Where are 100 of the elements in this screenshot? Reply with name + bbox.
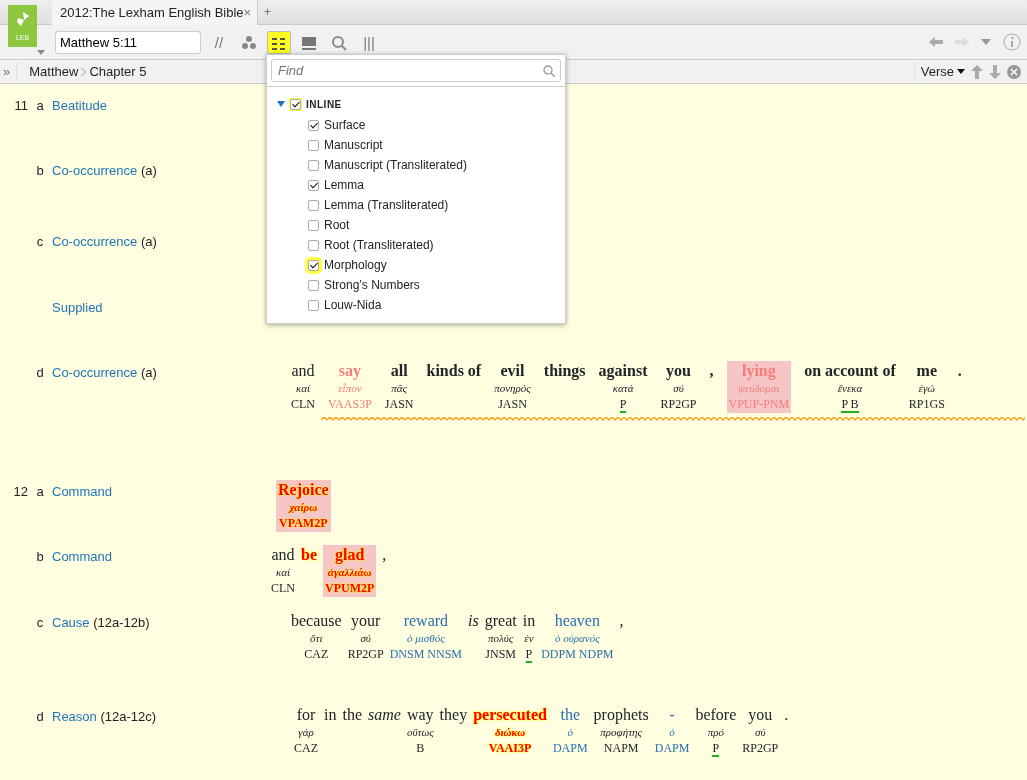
word-text: .	[957, 361, 962, 380]
word-text: -	[669, 705, 675, 724]
leaf-icon	[15, 11, 30, 27]
clause-label[interactable]: Reason	[52, 709, 97, 724]
clause-label[interactable]: Co-occurrence	[52, 234, 138, 249]
word-text: persecuted	[473, 705, 547, 724]
clause-label[interactable]: Command	[52, 549, 112, 564]
reference-field[interactable]: Matthew 5:11	[55, 30, 201, 54]
chevron-icon	[81, 67, 87, 76]
checkbox[interactable]	[308, 119, 319, 131]
new-tab-button[interactable]: +	[258, 0, 277, 24]
lemma-text: προφήτης	[600, 725, 642, 740]
morphology-code: DAPM	[552, 740, 588, 757]
document-tab[interactable]: 2012:The Lexham English Bible	[60, 2, 244, 23]
word-text: lying	[741, 361, 776, 380]
view-dropdown[interactable]: Verse	[913, 61, 965, 82]
search-icon	[543, 65, 555, 77]
checkbox[interactable]	[308, 279, 319, 291]
option-label[interactable]: Root (Transliterated)	[324, 236, 434, 254]
people-icon	[241, 34, 257, 51]
checkbox[interactable]	[290, 98, 301, 110]
morphology-code: B	[416, 740, 425, 757]
morphology-code: DNSM NNSM	[389, 646, 463, 663]
checkbox[interactable]	[308, 139, 319, 151]
word-text: Rejoice	[278, 480, 329, 499]
option-label[interactable]: Manuscript	[324, 136, 383, 154]
word-text: the	[342, 705, 362, 724]
back-arrow-icon[interactable]	[929, 37, 943, 47]
clause-letter: a	[35, 483, 45, 501]
clause-label[interactable]: Co-occurrence	[52, 163, 138, 178]
down-arrow-icon[interactable]	[989, 64, 1001, 79]
clause-label[interactable]: Co-occurrence	[52, 365, 138, 380]
checkbox[interactable]	[308, 259, 319, 271]
option-label[interactable]: Root	[324, 216, 350, 234]
word-text: before	[695, 705, 737, 724]
lemma-text: διώκω	[494, 725, 526, 740]
clause-note: (a)	[140, 365, 157, 380]
info-icon[interactable]	[1003, 33, 1021, 51]
lemma-text: εἶπον	[338, 381, 362, 396]
lemma-text: ἀγαλλιάω	[327, 565, 372, 580]
checkbox[interactable]	[308, 239, 319, 251]
word-text: all	[390, 361, 408, 380]
close-tab-button[interactable]: ×	[243, 2, 252, 23]
word-text: the	[560, 705, 581, 724]
word-text: and	[291, 361, 315, 380]
close-icon[interactable]	[1007, 64, 1021, 79]
clause-label[interactable]: Supplied	[52, 300, 103, 315]
expand-button[interactable]: »	[0, 61, 18, 82]
option-label[interactable]: Lemma (Transliterated)	[324, 196, 449, 214]
expand-triangle-icon[interactable]	[277, 101, 285, 107]
clause-letter: b	[35, 548, 45, 566]
interlinear-button[interactable]	[267, 30, 291, 54]
word-text: .	[784, 705, 789, 724]
lemma-text: ὁ μισθός	[407, 631, 445, 646]
morphology-code: VAAS3P	[328, 396, 372, 413]
clause-label[interactable]: Cause	[52, 615, 90, 630]
checkbox[interactable]	[308, 219, 319, 231]
caret-icon	[957, 69, 965, 74]
search-icon	[331, 34, 347, 51]
lemma-text: ψεύδομαι	[738, 381, 780, 396]
columns-button[interactable]: |||	[357, 30, 381, 54]
morphology-code: CLN	[291, 396, 315, 413]
find-field[interactable]: Find	[271, 59, 561, 82]
option-label[interactable]: Morphology	[324, 256, 387, 274]
morphology-code: RP2GP	[742, 740, 779, 757]
lemma-text: καί	[295, 381, 311, 396]
word-text: you	[666, 361, 691, 380]
option-label[interactable]: Strong’s Numbers	[324, 276, 420, 294]
option-label[interactable]: Manuscript (Transliterated)	[324, 156, 467, 174]
checkbox[interactable]	[308, 159, 319, 171]
text-comparison-button[interactable]: //	[207, 30, 231, 54]
lemma-text: ἐν	[524, 631, 534, 646]
checkbox[interactable]	[308, 199, 319, 211]
clause-label[interactable]: Command	[52, 484, 112, 499]
option-label[interactable]: Surface	[324, 116, 366, 134]
breadcrumb-link[interactable]: Chapter 5	[89, 61, 147, 82]
checkbox[interactable]	[308, 299, 319, 311]
morphology-code: RP2GP	[347, 646, 384, 663]
option-label[interactable]: Lemma	[324, 176, 364, 194]
morphology-code: RP2GP	[660, 396, 697, 413]
option-label[interactable]: Louw-Nida	[324, 296, 382, 314]
word-text: great	[484, 611, 517, 630]
clause-letter: d	[35, 708, 45, 726]
morphology-code: CAZ	[304, 646, 329, 663]
history-caret-icon[interactable]	[981, 39, 991, 45]
clause-note: (a)	[140, 163, 157, 178]
dropdown-caret-icon[interactable]	[37, 50, 45, 55]
word-text: prophets	[593, 705, 649, 724]
clause-note: (a)	[140, 234, 157, 249]
lemma-text: σύ	[360, 631, 371, 646]
lemma-text: πᾶς	[391, 381, 408, 396]
up-arrow-icon[interactable]	[971, 64, 983, 79]
word-text: things	[543, 361, 586, 380]
checkbox[interactable]	[308, 179, 319, 191]
morphology-code: VPAM2P	[279, 515, 328, 532]
verse-number: 11	[13, 97, 28, 115]
breadcrumb-link[interactable]: Matthew	[29, 61, 79, 82]
clause-label[interactable]: Beatitude	[52, 98, 107, 113]
morphology-code: VPUP-PNM	[728, 396, 790, 413]
morphology-code: VPUM2P	[325, 580, 375, 597]
